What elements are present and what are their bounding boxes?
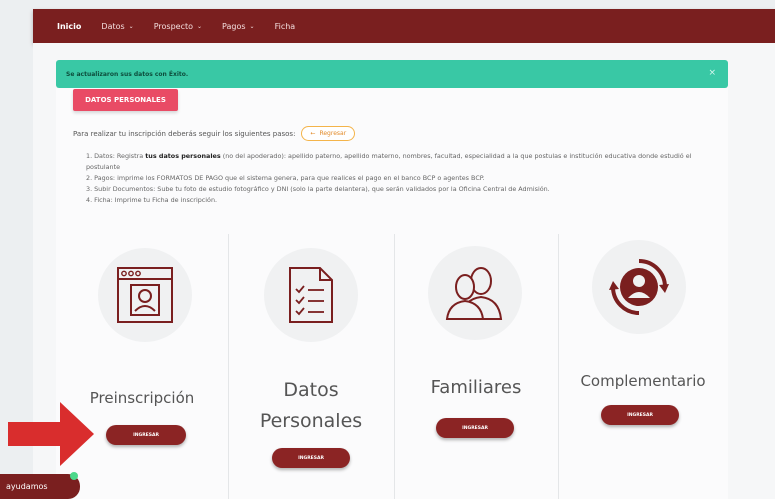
online-status-dot [70,472,78,480]
nav-item-prospecto[interactable]: Prospecto ⌄ [154,22,202,31]
help-button[interactable]: ayudamos [0,474,80,499]
section-tag: DATOS PERSONALES [73,89,178,111]
arrow-left-icon: ← [310,130,316,137]
card-title-complementario: Complementario [580,372,706,390]
user-sync-icon [609,259,669,315]
complementario-ingresar-button[interactable]: INGRESAR [601,405,679,425]
divider [228,234,229,499]
step-text: 1. Datos: Registra [86,152,146,160]
datos-ingresar-button[interactable]: INGRESAR [272,448,350,468]
nav-label: Ficha [274,21,296,31]
card-title-datos-personales: Datos Personales [228,375,394,437]
preinscripcion-icon-wrap [98,248,192,342]
nav-label: Prospecto [153,21,193,31]
nav-item-ficha[interactable]: Ficha [275,22,296,31]
nav-label: Inicio [57,21,82,31]
nav-item-pagos[interactable]: Pagos ⌄ [222,22,255,31]
step-item: 1. Datos: Registra tus datos personales … [86,151,726,173]
chevron-down-icon: ⌄ [249,22,255,30]
step-text-bold: tus datos personales [145,152,221,160]
steps-cards: Preinscripción INGRESAR Datos Personales… [56,228,728,499]
checklist-icon [289,267,333,323]
complementario-icon-wrap [592,240,686,334]
card-title-line: Datos [283,379,339,401]
back-button-label: Regresar [319,130,347,137]
divider [558,234,559,499]
browser-profile-icon [117,267,173,323]
steps-list: 1. Datos: Registra tus datos personales … [86,151,726,206]
top-navbar: Inicio Datos ⌄ Prospecto ⌄ Pagos ⌄ Ficha [33,9,775,43]
step-item: 2. Pagos: imprime los FORMATOS DE PAGO q… [86,174,485,182]
nav-item-inicio[interactable]: Inicio [57,22,81,31]
step-item: 3. Subir Documentos: Sube tu foto de est… [86,185,550,193]
familiares-icon-wrap [428,246,522,340]
step-item: 4. Ficha: Imprime tu Ficha de inscripció… [86,196,218,204]
card-title-familiares: Familiares [430,377,522,398]
red-arrow-pointer-icon [8,402,94,466]
intro-line: Para realizar tu inscripción deberás seg… [73,126,356,141]
nav-label: Datos [101,21,125,31]
card-title-line: Personales [259,410,363,432]
datos-icon-wrap [264,248,358,342]
nav-item-datos[interactable]: Datos ⌄ [101,22,133,31]
success-alert: Se actualizaron sus datos con Éxito. × [56,60,728,88]
divider [394,234,395,499]
chevron-down-icon: ⌄ [197,22,203,30]
nav-label: Pagos [222,21,246,31]
users-icon [445,267,503,320]
intro-text: Para realizar tu inscripción deberás seg… [73,129,296,138]
back-button[interactable]: ← Regresar [301,126,356,141]
help-button-label: ayudamos [6,482,48,491]
familiares-ingresar-button[interactable]: INGRESAR [436,418,514,438]
chevron-down-icon: ⌄ [128,22,134,30]
close-icon[interactable]: × [708,68,716,78]
alert-message: Se actualizaron sus datos con Éxito. [66,70,189,78]
preinscripcion-ingresar-button[interactable]: INGRESAR [106,425,186,445]
